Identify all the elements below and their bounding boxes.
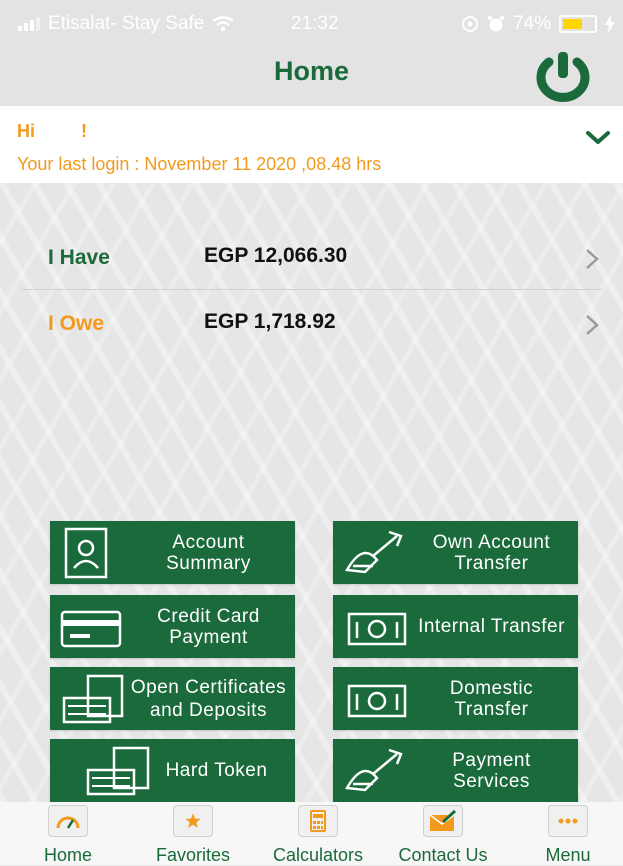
tile-label: Credit Card Payment [157, 605, 260, 648]
more-dots-icon [548, 805, 588, 837]
chevron-down-icon[interactable] [584, 123, 612, 149]
own-account-transfer-icon [344, 530, 403, 574]
balance-label: I Owe [48, 312, 105, 335]
nav-calculators[interactable]: Calculators [258, 802, 378, 865]
alarm-icon [487, 15, 505, 32]
divider [22, 289, 602, 290]
balance-amount: EGP 12,066.30 [204, 244, 348, 267]
nav-menu[interactable]: Menu [531, 802, 605, 865]
carrier-name: Etisalat- Stay Safe [48, 13, 205, 34]
status-bar: Etisalat- Stay Safe 21:32 74% [0, 10, 623, 38]
nav-favorites[interactable]: Favorites [143, 802, 243, 865]
balance-amount: EGP 1,718.92 [204, 310, 336, 333]
calculator-icon [298, 805, 338, 837]
internal-transfer-icon [347, 612, 407, 646]
star-icon [173, 805, 213, 837]
nav-label: Contact Us [398, 845, 488, 865]
speedometer-icon [48, 805, 88, 837]
tile-label: Internal Transfer [418, 616, 565, 637]
domestic-transfer-button[interactable]: Domestic Transfer [333, 667, 578, 730]
tile-label: Payment Services [452, 749, 531, 792]
battery-icon [559, 15, 597, 33]
account-summary-button[interactable]: Account Summary [50, 521, 295, 584]
balance-row-owe[interactable]: I Owe EGP 1,718.92 [22, 292, 602, 356]
power-icon[interactable] [529, 50, 597, 102]
signal-icon [18, 17, 40, 31]
payment-services-button[interactable]: Payment Services [333, 739, 578, 802]
tile-label: Hard Token [165, 760, 268, 781]
nav-label: Calculators [272, 845, 364, 865]
greeting-text: Hi! [17, 121, 87, 141]
balance-label: I Have [48, 246, 110, 269]
tile-label: Own Account Transfer [432, 531, 551, 574]
hard-token-button[interactable]: Hard Token [50, 739, 295, 802]
domestic-transfer-icon [347, 684, 407, 718]
wifi-icon [212, 16, 234, 32]
nav-label: Home [43, 845, 92, 865]
chevron-right-icon [586, 315, 599, 335]
balance-row-have[interactable]: I Have EGP 12,066.30 [22, 226, 602, 290]
greeting-panel: Hi! Your last login : November 11 2020 ,… [0, 106, 623, 183]
credit-card-icon [60, 610, 122, 648]
last-login-text: Your last login : November 11 2020 ,08.4… [17, 154, 382, 174]
bottom-nav: Home Favorites Calculators Contact Us Me… [0, 802, 623, 865]
tile-label: Account Summary [166, 531, 251, 574]
nav-home[interactable]: Home [30, 802, 106, 865]
open-certificates-button[interactable]: Open Certificates and Deposits [50, 667, 295, 730]
nav-contact-us[interactable]: Contact Us [385, 802, 501, 865]
account-summary-icon [64, 527, 108, 579]
credit-card-payment-button[interactable]: Credit Card Payment [50, 595, 295, 658]
clock: 21:32 [291, 13, 339, 34]
battery-percent: 74% [512, 13, 551, 34]
payment-services-icon [344, 748, 403, 792]
envelope-icon [423, 805, 463, 837]
nav-label: Favorites [155, 845, 231, 865]
charging-icon [605, 15, 615, 33]
chevron-right-icon [586, 249, 599, 269]
certificates-icon [62, 674, 124, 724]
internal-transfer-button[interactable]: Internal Transfer [333, 595, 578, 658]
location-lock-icon [461, 16, 478, 32]
tile-label: Domestic Transfer [449, 677, 534, 720]
tile-label: Open Certificates and Deposits [130, 676, 287, 721]
own-account-transfer-button[interactable]: Own Account Transfer [333, 521, 578, 584]
top-bar: Etisalat- Stay Safe 21:32 74% Home [0, 0, 623, 106]
nav-label: Menu [545, 845, 591, 865]
